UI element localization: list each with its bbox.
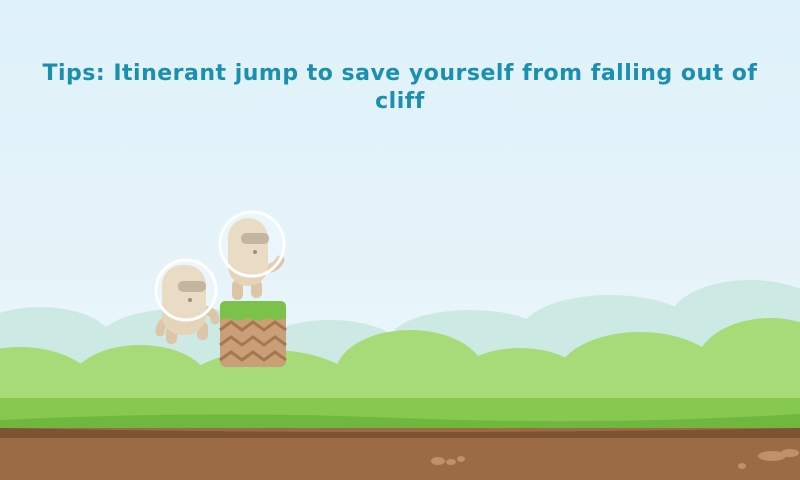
astronaut-character bbox=[218, 210, 286, 300]
grass-dirt-block bbox=[219, 301, 287, 367]
tip-text: Tips: Itinerant jump to save yourself fr… bbox=[42, 61, 758, 114]
game-scene[interactable]: Tips: Itinerant jump to save yourself fr… bbox=[0, 0, 800, 480]
